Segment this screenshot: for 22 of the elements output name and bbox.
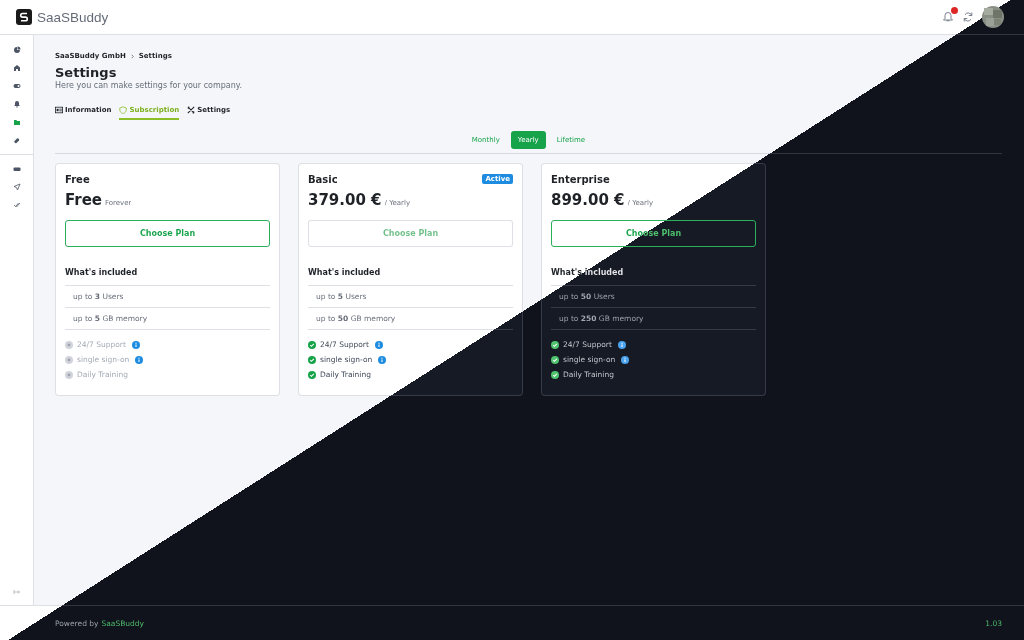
shield-icon	[119, 106, 128, 114]
tools-icon	[187, 106, 196, 114]
sidebar-icon[interactable]	[12, 64, 21, 72]
bell-icon[interactable]	[942, 11, 954, 23]
sidebar-icon[interactable]	[12, 201, 21, 209]
sidebar-icon[interactable]	[12, 100, 21, 108]
chevron-icon	[128, 52, 136, 60]
sidebar-icon[interactable]	[12, 82, 21, 90]
plan-name: Basic	[308, 173, 338, 185]
sidebar-icon[interactable]	[11, 118, 22, 126]
sidebar-icon[interactable]	[12, 183, 21, 191]
info-icon[interactable]	[617, 340, 626, 349]
refresh-icon[interactable]	[962, 11, 974, 23]
page-title: Settings	[55, 65, 117, 80]
info-icon[interactable]	[621, 355, 630, 364]
sidebar-icon[interactable]	[12, 136, 21, 144]
id-card-icon	[55, 106, 63, 114]
sidebar-icon[interactable]	[12, 165, 21, 173]
plan-name: Enterprise	[551, 173, 610, 185]
logo-icon	[16, 9, 32, 25]
sidebar-icon[interactable]	[12, 46, 21, 54]
plan-name: Free	[65, 173, 90, 185]
